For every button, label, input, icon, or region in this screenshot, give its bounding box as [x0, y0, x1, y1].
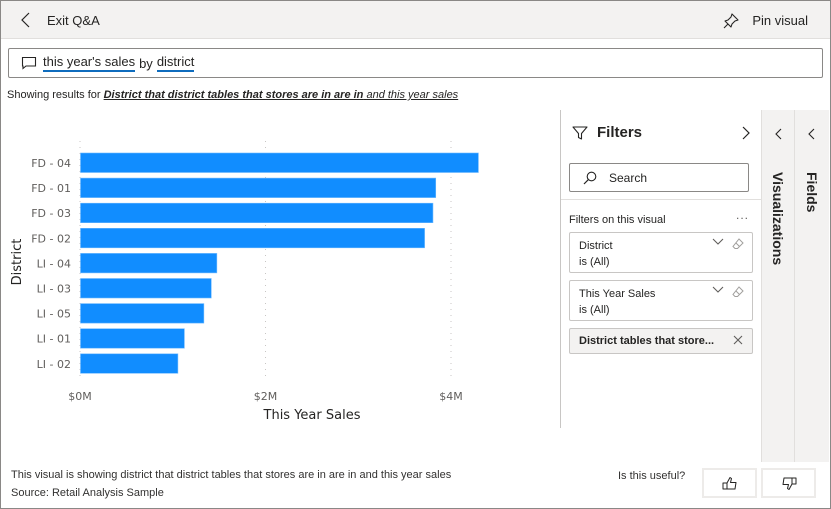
visual-description: This visual is showing district that dis…: [11, 469, 452, 481]
thumbs-up-button[interactable]: [702, 468, 757, 498]
search-icon: [583, 171, 597, 184]
visualizations-tab-label: Visualizations: [770, 172, 786, 266]
filter-card-applied-district-tables[interactable]: District tables that store...: [569, 328, 753, 354]
visual-source: Source: Retail Analysis Sample: [11, 487, 164, 499]
fields-tab-label: Fields: [804, 172, 820, 213]
bar-li-01[interactable]: [80, 328, 185, 349]
close-icon[interactable]: [733, 335, 743, 345]
y-axis-title: District: [10, 239, 25, 286]
y-tick-label: LI - 04: [37, 257, 71, 270]
filter-card-this-year-sales[interactable]: This Year Sales is (All): [569, 280, 753, 321]
bar-li-03[interactable]: [80, 278, 212, 299]
filters-header: Filters: [572, 124, 642, 141]
qa-term: by: [139, 55, 153, 71]
visualizations-pane-tab[interactable]: Visualizations: [761, 110, 794, 462]
thumbs-up-icon: [722, 476, 736, 489]
y-tick-label: LI - 01: [37, 333, 71, 346]
bar-li-04[interactable]: [80, 253, 218, 274]
y-tick-label: FD - 02: [31, 232, 71, 245]
filter-card-district[interactable]: District is (All): [569, 232, 753, 273]
pin-visual-button[interactable]: Pin visual: [723, 1, 808, 39]
filter-funnel-icon: [572, 125, 588, 140]
more-options-icon[interactable]: ...: [736, 208, 749, 222]
bar-fd-03[interactable]: [80, 202, 434, 223]
chevron-left-icon: [775, 128, 782, 140]
pin-icon: [723, 12, 739, 28]
eraser-icon[interactable]: [732, 286, 744, 298]
exit-qa-button[interactable]: Exit Q&A: [19, 1, 100, 39]
qa-term-recognized[interactable]: this year's sales: [43, 54, 136, 72]
filter-search-input[interactable]: Search: [569, 163, 749, 192]
filters-pane: Filters Search Filters on this visual ..…: [560, 110, 761, 428]
showing-results-text: Showing results for District that distri…: [7, 89, 458, 101]
chevron-down-icon[interactable]: [712, 238, 724, 246]
x-axis-title: This Year Sales: [263, 408, 361, 423]
y-tick-label: FD - 04: [31, 157, 71, 170]
top-bar: Exit Q&A Pin visual: [1, 1, 830, 39]
chevron-left-icon: [21, 12, 30, 28]
showing-prefix: Showing results for: [7, 89, 101, 101]
y-tick-label: LI - 02: [37, 358, 71, 371]
qa-term-recognized[interactable]: district: [156, 54, 195, 72]
thumbs-down-button[interactable]: [761, 468, 816, 498]
chevron-left-icon: [808, 128, 815, 140]
bar-fd-04[interactable]: [80, 152, 479, 173]
chart-bars: [80, 152, 479, 374]
is-useful-prompt: Is this useful?: [618, 470, 686, 482]
bar-li-05[interactable]: [80, 303, 205, 324]
x-tick-label: $2M: [254, 390, 278, 403]
chevron-right-icon[interactable]: [741, 126, 751, 140]
filter-card-state: is (All): [579, 256, 610, 268]
filter-search-placeholder: Search: [609, 170, 648, 185]
y-axis-labels: FD - 04 FD - 01 FD - 03 FD - 02 LI - 04 LI - …: [31, 157, 71, 371]
restated-query-bold: District that district tables that store…: [103, 89, 364, 101]
thumbs-down-icon: [782, 477, 796, 490]
bar-li-02[interactable]: [80, 353, 179, 374]
bar-chart: FD - 04 FD - 01 FD - 03 FD - 02 LI - 04 LI - …: [1, 110, 560, 428]
filter-card-state: is (All): [579, 304, 610, 316]
filters-title: Filters: [597, 124, 643, 141]
chevron-down-icon[interactable]: [712, 286, 724, 294]
y-tick-label: LI - 05: [37, 308, 71, 321]
pin-visual-label: Pin visual: [752, 12, 808, 28]
restated-query-link[interactable]: District that district tables that store…: [104, 89, 459, 101]
y-tick-label: LI - 03: [37, 283, 71, 296]
qa-question-input[interactable]: this year's sales by district: [8, 48, 823, 78]
exit-qa-label: Exit Q&A: [47, 12, 100, 28]
fields-pane-tab[interactable]: Fields: [794, 110, 829, 462]
x-tick-label: $4M: [439, 390, 463, 403]
bar-fd-02[interactable]: [80, 228, 425, 249]
restated-query-tail: and this year sales: [366, 89, 459, 101]
applied-filter-label: District tables that store...: [579, 335, 715, 347]
bar-fd-01[interactable]: [80, 177, 437, 198]
y-tick-label: FD - 01: [31, 182, 71, 195]
filters-divider: [561, 199, 761, 200]
eraser-icon[interactable]: [732, 238, 744, 250]
filters-on-visual-label: Filters on this visual: [569, 214, 666, 226]
y-tick-label: FD - 03: [31, 207, 71, 220]
bar-chart-svg: FD - 04 FD - 01 FD - 03 FD - 02 LI - 04 LI - …: [10, 141, 479, 423]
x-axis-labels: $0M $2M $4M: [68, 390, 463, 403]
x-tick-label: $0M: [68, 390, 92, 403]
chat-bubble-icon: [21, 56, 37, 70]
